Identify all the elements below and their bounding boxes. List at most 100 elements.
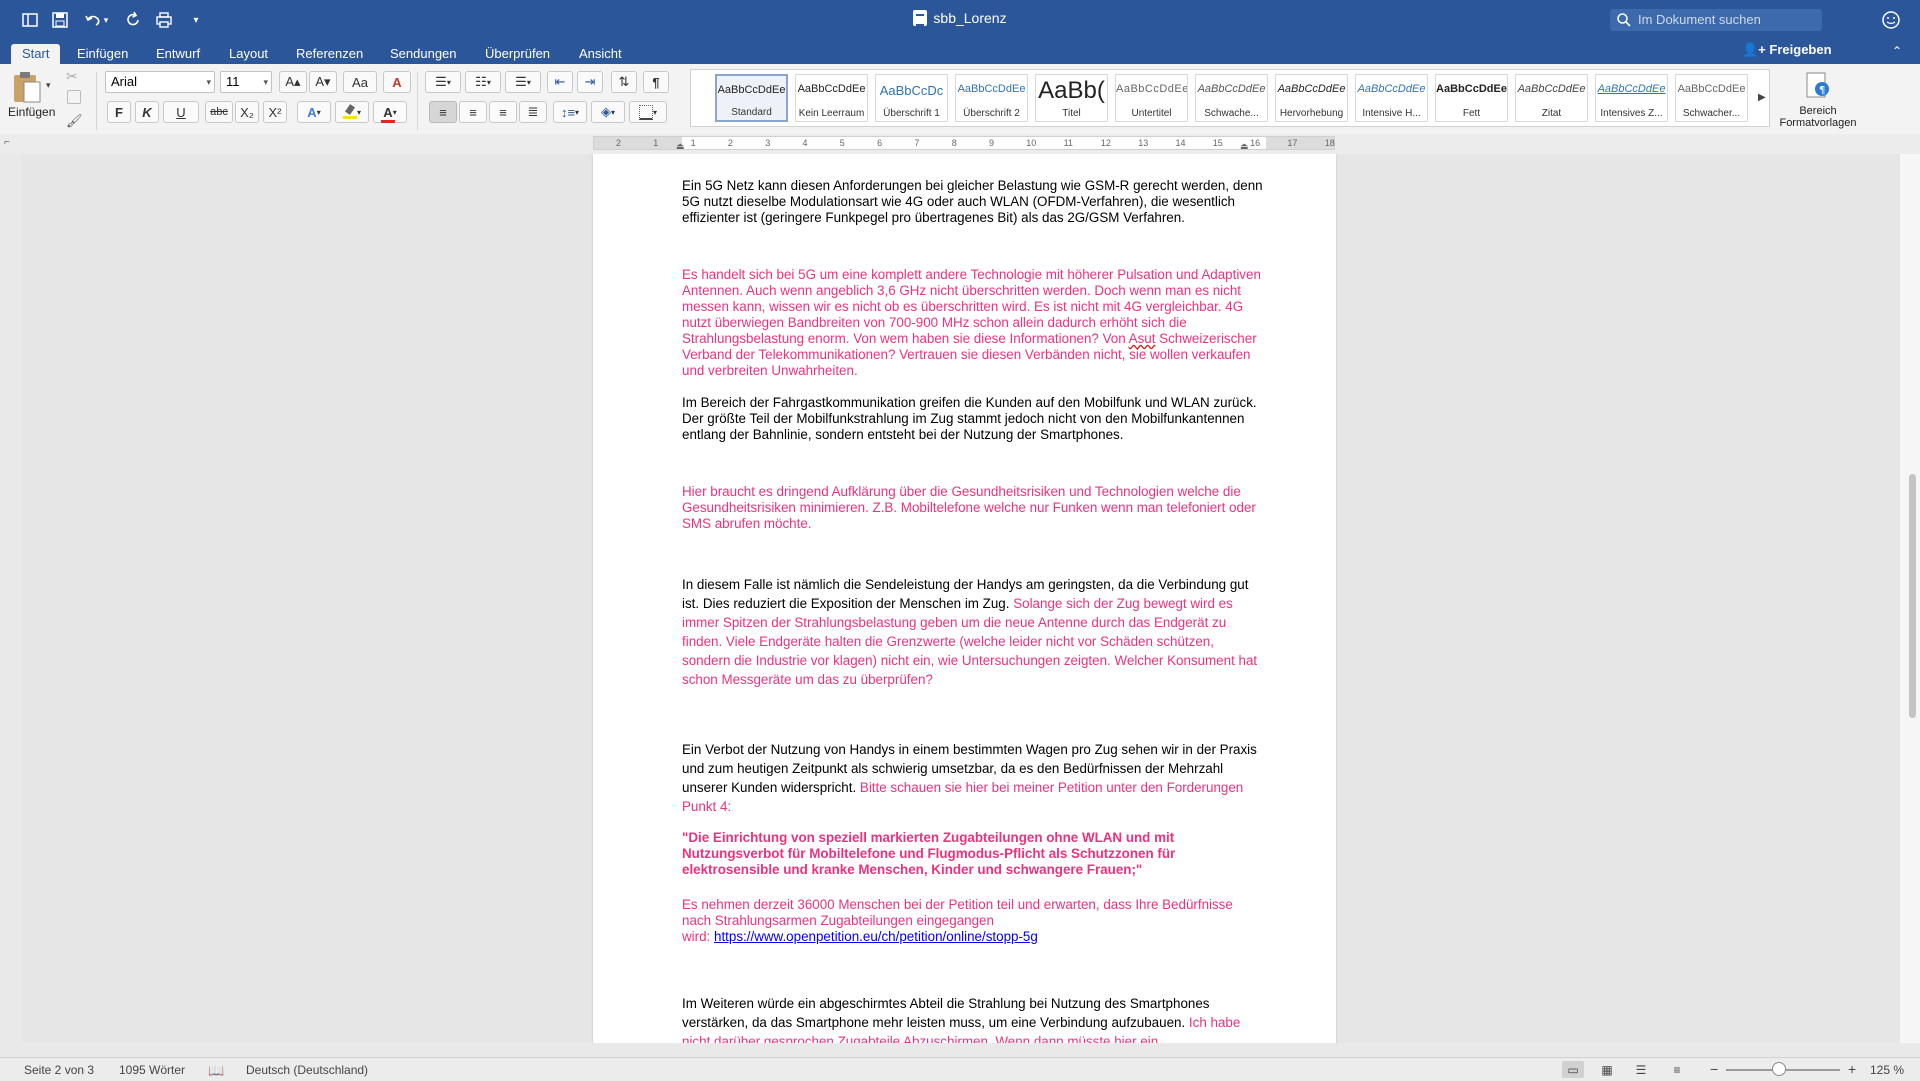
superscript-button[interactable]: X² bbox=[263, 101, 287, 123]
clear-formatting-button[interactable]: A bbox=[383, 71, 411, 93]
font-size-combo[interactable]: 11 ▾ bbox=[220, 71, 272, 93]
paste-label[interactable]: Einfügen bbox=[8, 105, 55, 119]
text-effects-button[interactable]: A ▾ bbox=[297, 101, 331, 123]
draft-view-icon[interactable]: ≡ bbox=[1666, 1061, 1688, 1078]
petition-link[interactable]: https://www.openpetition.eu/ch/petition/… bbox=[714, 929, 1038, 944]
italic-button[interactable]: K bbox=[135, 101, 159, 123]
style-fett[interactable]: AaBbCcDdEe Fett bbox=[1435, 74, 1508, 122]
style-schwache[interactable]: AaBbCcDdEe Schwache... bbox=[1195, 74, 1268, 122]
zoom-slider-knob[interactable] bbox=[1772, 1062, 1786, 1076]
proofing-icon[interactable]: 📖 bbox=[208, 1063, 224, 1079]
grow-font-button[interactable]: A▴ bbox=[279, 71, 307, 93]
style-preview: AaBbCcDdEe bbox=[1517, 83, 1586, 95]
tab-start[interactable]: Start bbox=[11, 44, 61, 64]
borders-button[interactable]: ▾ bbox=[629, 101, 667, 123]
tab-einfuegen[interactable]: Einfügen bbox=[66, 44, 139, 64]
paragraph[interactable]: Im Bereich der Fahrgastkommunikation gre… bbox=[682, 395, 1264, 443]
style-kein-leerraum[interactable]: AaBbCcDdEe Kein Leerraum bbox=[795, 74, 868, 122]
copy-icon[interactable] bbox=[67, 90, 81, 104]
print-layout-view-icon[interactable]: ▭ bbox=[1562, 1061, 1584, 1078]
paragraph[interactable]: Es handelt sich bei 5G um eine komplett … bbox=[682, 267, 1264, 379]
style-hervorhebung[interactable]: AaBbCcDdEe Hervorhebung bbox=[1275, 74, 1348, 122]
horizontal-ruler[interactable]: 2 1 1 2 3 4 5 6 7 8 9 10 11 12 13 14 15 16 17 18 bbox=[593, 136, 1335, 150]
paragraph[interactable]: Hier braucht es dringend Aufklärung über… bbox=[682, 484, 1264, 532]
format-painter-icon[interactable]: 🖌 bbox=[66, 113, 83, 129]
style-zitat[interactable]: AaBbCcDdEe Zitat bbox=[1515, 74, 1588, 122]
style-überschrift-1[interactable]: AaBbCcDc Überschrift 1 bbox=[875, 74, 948, 122]
style-untertitel[interactable]: AaBbCcDdEe Untertitel bbox=[1115, 74, 1188, 122]
tab-referenzen[interactable]: Referenzen bbox=[285, 44, 374, 64]
ruler-label: 1 bbox=[653, 138, 659, 148]
paste-dropdown-icon[interactable]: ▾ bbox=[46, 80, 51, 91]
style-name: Zitat bbox=[1541, 108, 1562, 119]
subscript-button[interactable]: X₂ bbox=[235, 101, 259, 123]
align-center-button[interactable]: ≡ bbox=[459, 101, 487, 123]
paragraph[interactable]: Im Weiteren würde ein abgeschirmtes Abte… bbox=[682, 994, 1264, 1043]
line-spacing-button[interactable]: ↕≡ ▾ bbox=[553, 101, 587, 123]
style-standard[interactable]: AaBbCcDdEe Standard bbox=[715, 74, 788, 122]
word-count[interactable]: 1095 Wörter bbox=[119, 1063, 185, 1077]
ruler-label: 13 bbox=[1138, 138, 1149, 148]
shrink-font-button[interactable]: A▾ bbox=[309, 71, 337, 93]
align-right-button[interactable]: ≡ bbox=[489, 101, 517, 123]
cut-icon[interactable]: ✂ bbox=[66, 68, 78, 85]
style-intensive-h[interactable]: AaBbCcDdEe Intensive H... bbox=[1355, 74, 1428, 122]
decrease-indent-button[interactable]: ⇤ bbox=[547, 71, 573, 93]
zoom-out-button[interactable]: − bbox=[1710, 1061, 1718, 1077]
paste-clipboard-icon[interactable] bbox=[12, 70, 42, 104]
ruler-label: 5 bbox=[839, 138, 845, 148]
strikethrough-button[interactable]: abc bbox=[205, 101, 233, 123]
underline-button[interactable]: U bbox=[163, 101, 199, 123]
share-button[interactable]: 👤+ Freigeben bbox=[1742, 42, 1832, 58]
justify-button[interactable]: ≣ bbox=[519, 101, 547, 123]
style-titel[interactable]: AaBb(Titel bbox=[1035, 74, 1108, 122]
tab-layout[interactable]: Layout bbox=[218, 44, 279, 64]
font-name-combo[interactable]: Arial ▾ bbox=[105, 71, 215, 93]
document-search-input[interactable]: Im Dokument suchen bbox=[1610, 9, 1822, 31]
multilevel-list-button[interactable]: ☰ ▾ bbox=[505, 71, 541, 93]
change-case-button[interactable]: Aa bbox=[343, 71, 377, 93]
tab-sendungen[interactable]: Sendungen bbox=[379, 44, 468, 64]
indent-marker-icon[interactable]: ⏏ bbox=[676, 141, 685, 152]
page-count[interactable]: Seite 2 von 3 bbox=[24, 1063, 94, 1077]
document-page[interactable]: Ein 5G Netz kann diesen Anforderungen be… bbox=[593, 154, 1336, 1043]
multilevel-list-icon: ☰ bbox=[515, 74, 527, 89]
feedback-smiley-icon[interactable] bbox=[1880, 9, 1902, 31]
gallery-next-icon[interactable]: ▶ bbox=[1758, 92, 1766, 103]
highlight-color-button[interactable]: ▾ bbox=[335, 101, 369, 123]
tab-selector-icon[interactable]: ⌐ bbox=[4, 137, 10, 148]
language-indicator[interactable]: Deutsch (Deutschland) bbox=[246, 1063, 368, 1077]
shading-button[interactable]: ◈ ▾ bbox=[591, 101, 625, 123]
collapse-ribbon-icon[interactable]: ⌃ bbox=[1892, 44, 1902, 58]
numbered-list-button[interactable]: ☷ ▾ bbox=[465, 71, 501, 93]
bullet-list-button[interactable]: ☰ ▾ bbox=[425, 71, 461, 93]
svg-text:¶: ¶ bbox=[1819, 85, 1825, 96]
paragraph[interactable]: Es nehmen derzeit 36000 Menschen bei der… bbox=[682, 897, 1264, 945]
tab-ansicht[interactable]: Ansicht bbox=[568, 44, 633, 64]
increase-indent-button[interactable]: ⇥ bbox=[577, 71, 603, 93]
paragraph[interactable]: Ein Verbot der Nutzung von Handys in ein… bbox=[682, 740, 1264, 816]
paragraph[interactable]: In diesem Falle ist nämlich die Sendelei… bbox=[682, 575, 1264, 689]
outline-view-icon[interactable]: ☰ bbox=[1630, 1061, 1652, 1078]
style-intensives-z[interactable]: AaBbCcDdEe Intensives Z... bbox=[1595, 74, 1668, 122]
zoom-in-button[interactable]: + bbox=[1848, 1061, 1856, 1077]
show-formatting-button[interactable]: ¶ bbox=[643, 71, 669, 93]
ruler-label: 6 bbox=[877, 138, 883, 148]
petition-quote[interactable]: "Die Einrichtung von speziell markierten… bbox=[682, 830, 1264, 878]
tab-ueberpruefen[interactable]: Überprüfen bbox=[474, 44, 561, 64]
style-name: Intensives Z... bbox=[1600, 108, 1663, 119]
style-schwacher[interactable]: AaBbCcDdEe Schwacher... bbox=[1675, 74, 1748, 122]
tab-entwurf[interactable]: Entwurf bbox=[145, 44, 211, 64]
web-layout-view-icon[interactable]: ▦ bbox=[1596, 1061, 1618, 1078]
bold-button[interactable]: F bbox=[107, 101, 131, 123]
sort-button[interactable]: ⇅ bbox=[611, 71, 637, 93]
style-überschrift-2[interactable]: AaBbCcDdEe Überschrift 2 bbox=[955, 74, 1028, 122]
align-left-button[interactable]: ≡ bbox=[429, 101, 457, 123]
ruler-label: 2 bbox=[616, 138, 622, 148]
zoom-level[interactable]: 125 % bbox=[1870, 1063, 1904, 1077]
scrollbar-thumb[interactable] bbox=[1909, 474, 1916, 718]
right-indent-marker-icon[interactable]: ⏏ bbox=[1240, 141, 1249, 152]
font-color-button[interactable]: A ▾ bbox=[373, 101, 407, 123]
paragraph[interactable]: Ein 5G Netz kann diesen Anforderungen be… bbox=[682, 178, 1264, 226]
styles-pane-button[interactable]: ¶ Bereich Formatvorlagen bbox=[1770, 68, 1866, 130]
